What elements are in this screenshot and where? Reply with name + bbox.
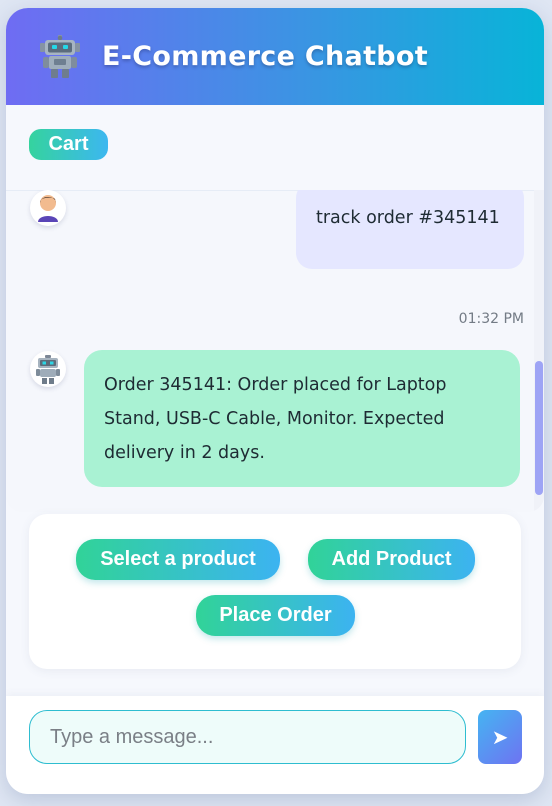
send-arrow-icon: ➤	[491, 726, 509, 749]
chat-scrollbar-thumb[interactable]	[535, 361, 543, 495]
message-text: Order 345141: Order placed for Laptop St…	[104, 375, 447, 463]
message-input[interactable]	[29, 710, 466, 764]
user-avatar-icon	[30, 190, 66, 226]
message-composer: ➤	[6, 696, 544, 794]
message-text: track order #345141	[316, 208, 500, 228]
chat-app-window: E-Commerce Chatbot Cart track order #345…	[6, 8, 544, 794]
place-order-button[interactable]: Place Order	[196, 595, 355, 636]
send-button[interactable]: ➤	[478, 710, 522, 764]
quick-actions-panel: Select a product Add Product Place Order	[29, 514, 521, 669]
bot-message: Order 345141: Order placed for Laptop St…	[84, 350, 520, 487]
message-timestamp: 01:32 PM	[458, 311, 524, 327]
chat-header: E-Commerce Chatbot	[6, 8, 544, 105]
user-message: track order #345141	[296, 190, 524, 269]
chat-messages-panel[interactable]: track order #345141 01:32 PM Order 34514…	[6, 190, 544, 512]
select-product-button[interactable]: Select a product	[76, 539, 280, 580]
robot-icon	[30, 351, 66, 387]
add-product-button[interactable]: Add Product	[308, 539, 475, 580]
page-title: E-Commerce Chatbot	[102, 41, 428, 72]
cart-button[interactable]: Cart	[29, 129, 108, 160]
robot-icon	[40, 35, 80, 79]
